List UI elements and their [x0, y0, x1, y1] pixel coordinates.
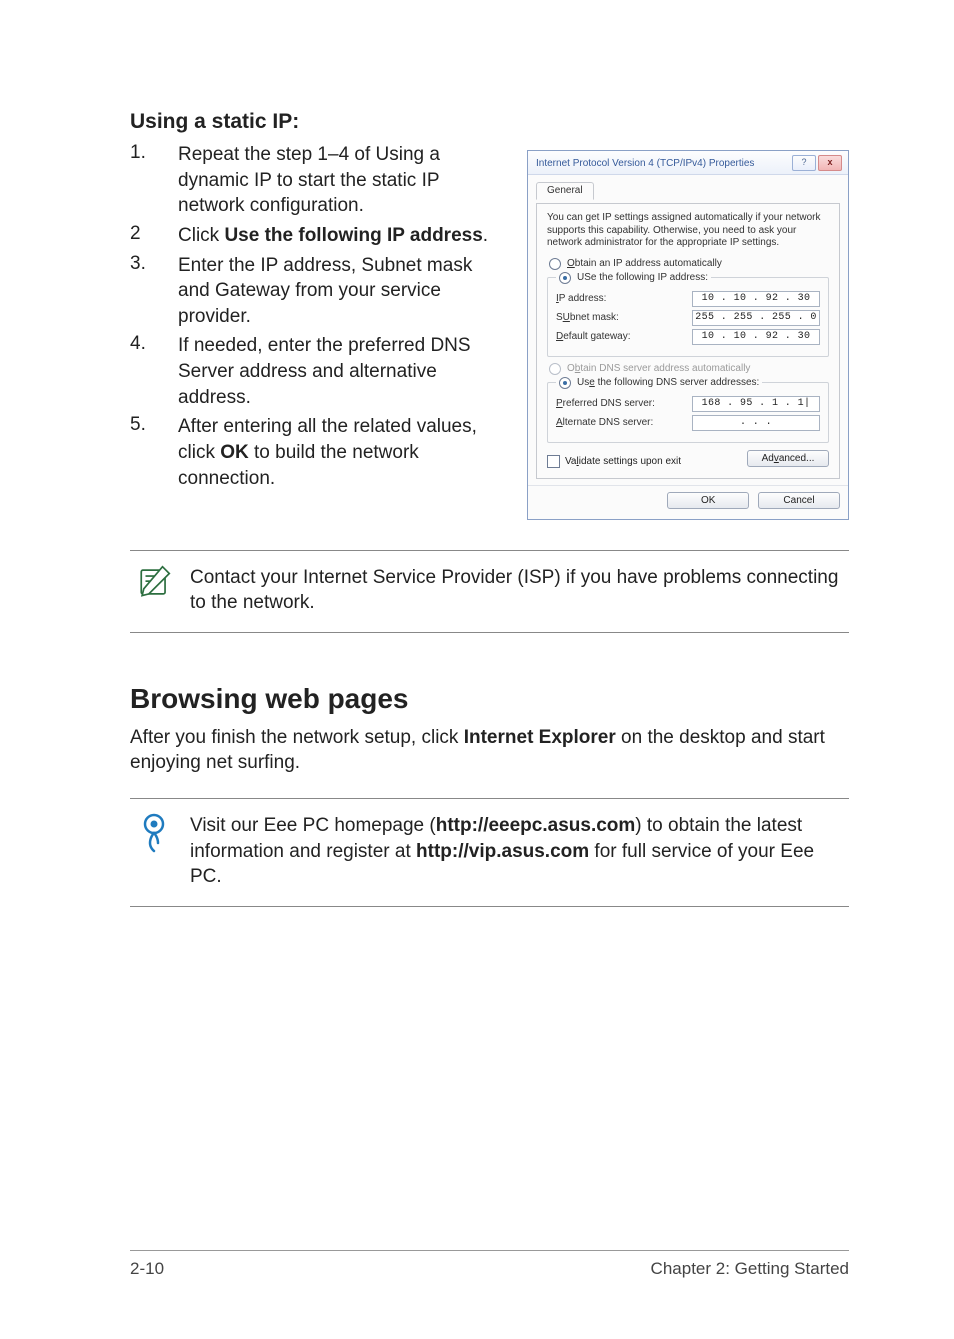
preferred-dns-label: Preferred DNS server: [556, 398, 655, 409]
tip-icon [134, 813, 174, 853]
radio-icon [549, 363, 561, 375]
cancel-button[interactable]: Cancel [758, 492, 840, 509]
radio-use-following-dns[interactable]: Use the following DNS server addresses: [577, 377, 759, 388]
radio-icon [549, 258, 561, 270]
validate-on-exit-checkbox[interactable]: Validate settings upon exit [547, 455, 681, 468]
step-num: 4. [130, 333, 178, 355]
step-2: 2 Click Use the following IP address. [130, 223, 505, 249]
default-gateway-input[interactable]: 10 . 10 . 92 . 30 [692, 329, 820, 345]
step-text-post: . [483, 225, 488, 246]
note2-url2: http://vip.asus.com [416, 841, 589, 862]
ip-address-label: IP address: [556, 293, 606, 304]
step-1: 1. Repeat the step 1–4 of Using a dynami… [130, 142, 505, 219]
dialog-titlebar: Internet Protocol Version 4 (TCP/IPv4) P… [528, 151, 848, 175]
tab-panel-general: You can get IP settings assigned automat… [536, 203, 840, 479]
radio-icon [559, 377, 571, 389]
step-text: Enter the IP address, Subnet mask and Ga… [178, 253, 505, 330]
page-number: 2-10 [130, 1259, 164, 1279]
note2-pre: Visit our Eee PC homepage ( [190, 815, 436, 836]
ip-address-input[interactable]: 10 . 10 . 92 . 30 [692, 291, 820, 307]
browsing-body-pre: After you finish the network setup, clic… [130, 727, 464, 748]
step-3: 3. Enter the IP address, Subnet mask and… [130, 253, 505, 330]
tcpip-properties-dialog: Internet Protocol Version 4 (TCP/IPv4) P… [527, 150, 849, 520]
alternate-dns-input[interactable]: . . . [692, 415, 820, 431]
checkbox-label: Validate settings upon exit [565, 456, 681, 467]
ok-button[interactable]: OK [667, 492, 749, 509]
dialog-tabs: General [536, 181, 840, 199]
close-button[interactable]: x [818, 155, 842, 171]
steps-list: 1. Repeat the step 1–4 of Using a dynami… [130, 142, 505, 491]
step-text: Repeat the step 1–4 of Using a dynamic I… [178, 142, 505, 219]
page-footer: 2-10 Chapter 2: Getting Started [130, 1250, 849, 1279]
radio-icon [559, 272, 571, 284]
subnet-mask-input[interactable]: 255 . 255 . 255 . 0 [692, 310, 820, 326]
browsing-body-bold: Internet Explorer [464, 727, 616, 748]
step-num: 1. [130, 142, 178, 164]
note-eee-pc-homepage: Visit our Eee PC homepage (http://eeepc.… [130, 798, 849, 907]
group-dns-settings: Use the following DNS server addresses: … [547, 377, 829, 443]
checkbox-icon [547, 455, 560, 468]
dialog-description: You can get IP settings assigned automat… [547, 212, 829, 250]
chapter-title: Chapter 2: Getting Started [651, 1259, 849, 1279]
step-text-bold: Use the following IP address [224, 225, 482, 246]
step-text: After entering all the related values, c… [178, 414, 505, 491]
step-5: 5. After entering all the related values… [130, 414, 505, 491]
subnet-mask-label: SUbnet mask: [556, 312, 619, 323]
tab-general[interactable]: General [536, 182, 594, 200]
radio-label: Obtain an IP address automatically [567, 258, 722, 269]
step-num: 2 [130, 223, 178, 245]
advanced-button[interactable]: Advanced... [747, 450, 829, 467]
step-text-bold: OK [220, 442, 249, 463]
dialog-title: Internet Protocol Version 4 (TCP/IPv4) P… [536, 158, 754, 169]
radio-obtain-ip-auto[interactable]: Obtain an IP address automatically [549, 258, 829, 270]
note-contact-isp: Contact your Internet Service Provider (… [130, 550, 849, 633]
note-message: Visit our Eee PC homepage (http://eeepc.… [190, 813, 845, 890]
section-title-browsing: Browsing web pages [130, 683, 849, 715]
preferred-dns-input[interactable]: 168 . 95 . 1 . 1| [692, 396, 820, 412]
group-ip-settings: USe the following IP address: IP address… [547, 272, 829, 357]
radio-label: Obtain DNS server address automatically [567, 363, 750, 374]
step-text: Click Use the following IP address. [178, 223, 488, 249]
help-button[interactable]: ? [792, 155, 816, 171]
note-message: Contact your Internet Service Provider (… [190, 565, 845, 616]
radio-use-following-ip[interactable]: USe the following IP address: [577, 272, 708, 283]
radio-obtain-dns-auto: Obtain DNS server address automatically [549, 363, 829, 375]
step-text-pre: Click [178, 225, 224, 246]
browsing-body: After you finish the network setup, clic… [130, 725, 849, 776]
default-gateway-label: Default gateway: [556, 331, 631, 342]
step-text: If needed, enter the preferred DNS Serve… [178, 333, 505, 410]
section-title-static-ip: Using a static IP: [130, 110, 849, 134]
step-num: 3. [130, 253, 178, 275]
alternate-dns-label: Alternate DNS server: [556, 417, 653, 428]
note2-url1: http://eeepc.asus.com [436, 815, 636, 836]
pencil-note-icon [134, 565, 174, 599]
dialog-footer: OK Cancel [528, 485, 848, 519]
step-4: 4. If needed, enter the preferred DNS Se… [130, 333, 505, 410]
step-num: 5. [130, 414, 178, 436]
